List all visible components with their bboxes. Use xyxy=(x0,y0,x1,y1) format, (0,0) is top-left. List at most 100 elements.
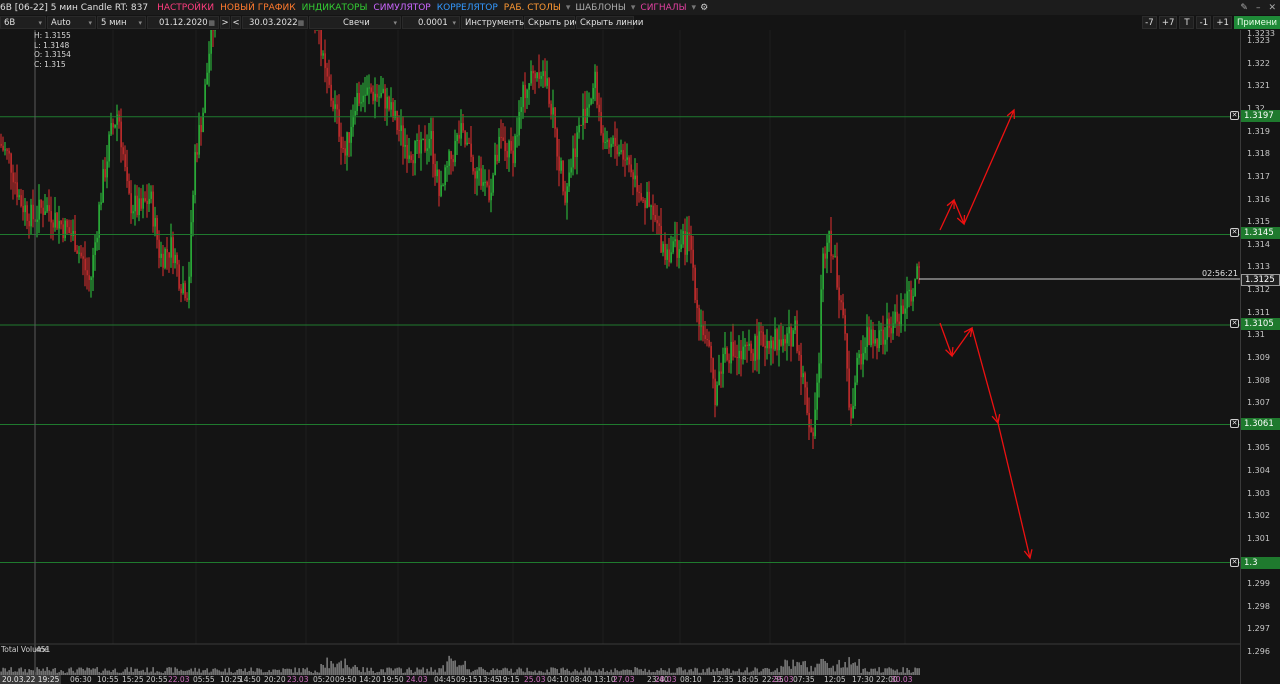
trend-arrow-line[interactable] xyxy=(939,199,955,231)
candle-body xyxy=(840,300,842,303)
remove-level-icon[interactable]: ✕ xyxy=(1230,419,1239,428)
volume-bar xyxy=(588,667,590,675)
trend-arrow-line[interactable] xyxy=(951,327,973,357)
volume-bar xyxy=(398,667,400,675)
price-chart[interactable] xyxy=(0,30,1240,675)
ohlc-readout: H: 1.3155 L: 1.3148 O: 1.3154 C: 1.315 xyxy=(34,31,71,69)
trend-arrow-line[interactable] xyxy=(971,327,999,424)
instruments-button[interactable]: Инструменты xyxy=(461,16,526,29)
trend-arrow-line[interactable] xyxy=(963,109,1015,225)
pin-icon[interactable]: ✎ xyxy=(1240,3,1248,13)
level-tag[interactable]: 1.3 xyxy=(1241,557,1280,569)
volume-bar xyxy=(746,667,748,675)
minus-7-button[interactable]: -7 xyxy=(1141,16,1157,29)
remove-level-icon[interactable]: ✕ xyxy=(1230,319,1239,328)
chart-type-select[interactable]: Свечи ▾ xyxy=(309,16,401,29)
remove-level-icon[interactable]: ✕ xyxy=(1230,228,1239,237)
candle-body xyxy=(762,331,764,346)
tick-size-select[interactable]: 0.0001 ▾ xyxy=(402,16,460,29)
volume-bar xyxy=(716,668,718,675)
gear-icon[interactable]: ⚙ xyxy=(698,3,710,13)
time-tick-label: 04:10 xyxy=(547,675,569,684)
signals-dropdown-icon[interactable]: ▾ xyxy=(690,3,699,13)
chart-area[interactable]: H: 1.3155 L: 1.3148 O: 1.3154 C: 1.315 1… xyxy=(0,29,1280,684)
menu-workspaces[interactable]: РАБ. СТОЛЫ xyxy=(501,3,564,13)
price-axis[interactable]: 1.3233 1.323 1.322 1.321 1.32 1.319 1.318 1.317… xyxy=(1240,29,1280,684)
menu-simulator[interactable]: СИМУЛЯТОР xyxy=(370,3,433,13)
price-tick-label: 1.304 xyxy=(1247,466,1270,475)
level-tag[interactable]: 1.3105 xyxy=(1241,318,1280,330)
candle-body xyxy=(854,382,856,407)
time-tick-label: 15:25 xyxy=(122,675,144,684)
workspaces-dropdown-icon[interactable]: ▾ xyxy=(564,3,573,13)
candle-body xyxy=(654,215,656,221)
scale-select[interactable]: Auto ▾ xyxy=(47,16,96,29)
candle-body xyxy=(878,330,880,349)
level-tag[interactable]: 1.3197 xyxy=(1241,110,1280,122)
candle-body xyxy=(754,335,756,361)
hide-lines-button[interactable]: Скрыть линии xyxy=(576,16,643,29)
candle-body xyxy=(576,132,578,157)
candle-body xyxy=(372,91,374,101)
menu-templates[interactable]: ШАБЛОНЫ xyxy=(572,3,629,13)
candle-body xyxy=(100,202,102,205)
menu-correlator[interactable]: КОРРЕЛЯТОР xyxy=(434,3,501,13)
candle-body xyxy=(176,254,178,265)
candle-body xyxy=(842,302,844,316)
candle-body xyxy=(388,96,390,110)
plus-7-button[interactable]: +7 xyxy=(1158,16,1178,29)
calendar-icon[interactable]: ▦ xyxy=(298,19,305,27)
candle-body xyxy=(774,329,776,350)
minimize-icon[interactable]: – xyxy=(1256,3,1261,13)
time-tick-label: 05:20 xyxy=(313,675,335,684)
candle-body xyxy=(192,194,194,223)
nav-prev-button[interactable]: < xyxy=(231,16,241,29)
remove-level-icon[interactable]: ✕ xyxy=(1230,111,1239,120)
candle-body xyxy=(860,353,862,365)
time-axis[interactable]: 20.03.22 19:25 06:30 10:55 15:25 20:55 22.03… xyxy=(0,675,1240,684)
hide-drawings-button[interactable]: Скрыть рис. xyxy=(524,16,582,29)
remove-level-icon[interactable]: ✕ xyxy=(1230,558,1239,567)
calendar-icon[interactable]: ▦ xyxy=(208,19,215,27)
volume-bar xyxy=(344,658,346,675)
candle-body xyxy=(368,87,370,89)
candle-body xyxy=(538,72,540,79)
volume-bar xyxy=(70,667,72,675)
volume-bar xyxy=(168,667,170,675)
volume-bar xyxy=(668,668,670,675)
apply-button[interactable]: Примени xyxy=(1233,16,1280,29)
candle-body xyxy=(436,169,438,177)
level-tag[interactable]: 1.3061 xyxy=(1241,418,1280,430)
candle-body xyxy=(500,136,502,138)
trend-arrow-line[interactable] xyxy=(997,422,1031,559)
timeframe-select[interactable]: 5 мин ▾ xyxy=(97,16,146,29)
menu-signals[interactable]: СИГНАЛЫ xyxy=(637,3,689,13)
minus-1-button[interactable]: -1 xyxy=(1196,16,1212,29)
candle-body xyxy=(650,205,652,207)
volume-bar xyxy=(442,665,444,675)
candle-body xyxy=(646,191,648,208)
close-icon[interactable]: ✕ xyxy=(1268,3,1276,13)
menu-new-chart[interactable]: НОВЫЙ ГРАФИК xyxy=(217,3,299,13)
candle-body xyxy=(52,222,54,228)
time-tick-label: 30.03 xyxy=(891,675,913,684)
candle-body xyxy=(814,409,816,437)
level-tag[interactable]: 1.3145 xyxy=(1241,227,1280,239)
nav-next-button[interactable]: > xyxy=(220,16,230,29)
symbol-select[interactable]: 6B ▾ xyxy=(0,16,46,29)
menu-settings[interactable]: НАСТРОЙКИ xyxy=(154,3,217,13)
menu-indicators[interactable]: ИНДИКАТОРЫ xyxy=(299,3,371,13)
templates-dropdown-icon[interactable]: ▾ xyxy=(629,3,638,13)
volume-bar xyxy=(460,665,462,675)
candle-body xyxy=(812,432,814,437)
candle-body xyxy=(132,211,134,214)
candle-body xyxy=(870,329,872,346)
date-to-input[interactable]: 30.03.2022 ▦ xyxy=(242,16,308,29)
date-from-input[interactable]: 01.12.2020 ▦ xyxy=(147,16,219,29)
volume-bar xyxy=(328,668,330,675)
candle-body xyxy=(888,318,890,328)
candle-body xyxy=(104,169,106,178)
plus-1-button[interactable]: +1 xyxy=(1213,16,1232,29)
t-button[interactable]: T xyxy=(1179,16,1195,29)
price-tick-label: 1.321 xyxy=(1247,81,1270,91)
